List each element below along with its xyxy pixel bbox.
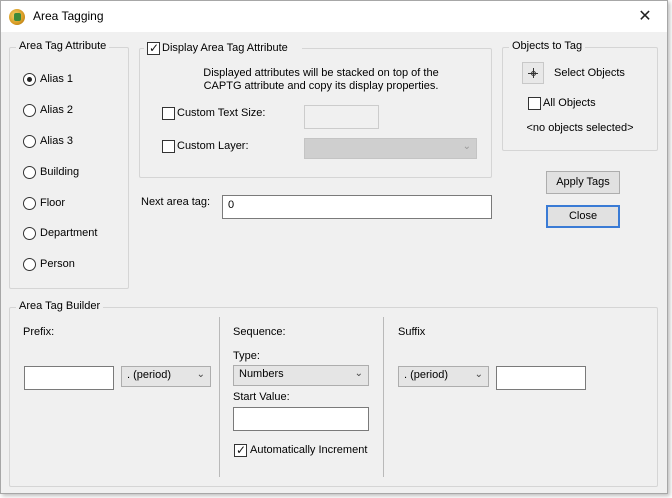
radio-label: Person — [40, 258, 75, 270]
custom-text-size-checkbox[interactable] — [162, 107, 175, 120]
radio-label: Building — [40, 166, 80, 178]
chevron-down-icon: ⌄ — [354, 368, 363, 379]
prefix-separator-value: . (period) — [127, 369, 172, 381]
display-description-line1: Displayed attributes will be stacked on … — [203, 67, 439, 79]
auto-increment-label: Automatically Increment — [250, 444, 368, 456]
builder-divider — [219, 317, 220, 477]
all-objects-label: All Objects — [543, 97, 596, 109]
apply-tags-button[interactable]: Apply Tags — [546, 171, 620, 194]
radio-alias-3[interactable]: Alias 3 — [23, 133, 73, 149]
display-attribute-label: Display Area Tag Attribute — [162, 42, 288, 54]
chevron-down-icon: ⌄ — [474, 369, 483, 380]
suffix-separator-dropdown[interactable]: . (period) ⌄ — [398, 366, 489, 387]
crosshair-icon-c — [531, 71, 536, 76]
objects-to-tag-label: Objects to Tag — [509, 40, 586, 52]
display-description-line2: CAPTG attribute and copy its display pro… — [203, 80, 439, 92]
radio-alias-2[interactable]: Alias 2 — [23, 102, 73, 118]
radio-label: Alias 2 — [40, 104, 74, 116]
app-icon — [9, 9, 25, 25]
type-label: Type: — [233, 350, 260, 362]
sequence-type-value: Numbers — [239, 368, 284, 380]
custom-layer-checkbox[interactable] — [162, 140, 175, 153]
start-value-input[interactable] — [233, 407, 369, 431]
area-tag-builder-group: Area Tag Builder — [9, 300, 658, 487]
custom-layer-label: Custom Layer: — [177, 140, 249, 152]
suffix-separator-value: . (period) — [404, 369, 449, 381]
radio-indicator — [23, 72, 36, 86]
radio-building[interactable]: Building — [23, 164, 79, 180]
area-tag-builder-label: Area Tag Builder — [16, 300, 104, 312]
display-attribute-checkbox[interactable] — [147, 40, 160, 56]
auto-increment-checkbox[interactable] — [234, 442, 247, 458]
radio-indicator — [23, 226, 36, 240]
close-window-icon[interactable]: ✕ — [623, 1, 667, 32]
radio-label: Alias 3 — [40, 135, 74, 147]
area-tag-attribute-label: Area Tag Attribute — [16, 40, 110, 52]
sequence-type-dropdown[interactable]: Numbers ⌄ — [233, 365, 369, 386]
radio-floor[interactable]: Floor — [23, 195, 65, 211]
prefix-separator-dropdown[interactable]: . (period) ⌄ — [121, 366, 211, 387]
custom-layer-dropdown[interactable]: ⌄ — [304, 138, 477, 159]
chevron-down-icon: ⌄ — [462, 141, 471, 152]
radio-indicator — [23, 103, 36, 117]
sequence-label: Sequence: — [233, 326, 286, 338]
window-title: Area Tagging — [33, 9, 104, 23]
prefix-label: Prefix: — [23, 326, 55, 338]
chevron-down-icon: ⌄ — [196, 369, 205, 380]
radio-person[interactable]: Person — [23, 256, 75, 272]
suffix-input[interactable] — [496, 366, 586, 390]
radio-indicator — [23, 196, 36, 210]
radio-alias-1[interactable]: Alias 1 — [23, 71, 73, 87]
radio-label: Department — [40, 227, 98, 239]
next-area-tag-input[interactable]: 0 — [222, 195, 492, 219]
next-area-tag-label: Next area tag: — [141, 196, 211, 208]
custom-text-size-label: Custom Text Size: — [177, 107, 266, 119]
select-objects-label: Select Objects — [554, 67, 625, 79]
suffix-label: Suffix — [398, 326, 426, 338]
custom-text-size-input[interactable] — [304, 105, 379, 129]
area-tagging-dialog: Area Tagging ✕ Area Tag Attribute Alias … — [0, 0, 668, 494]
prefix-input[interactable] — [24, 366, 114, 390]
close-button[interactable]: Close — [546, 205, 620, 228]
all-objects-checkbox[interactable] — [528, 97, 541, 110]
radio-label: Alias 1 — [40, 73, 74, 85]
radio-indicator — [23, 257, 36, 271]
selection-status: <no objects selected> — [526, 122, 634, 134]
start-value-label: Start Value: — [233, 391, 290, 403]
title-bar: Area Tagging ✕ — [1, 1, 667, 32]
radio-indicator — [23, 134, 36, 148]
select-objects-button[interactable] — [522, 62, 544, 84]
radio-department[interactable]: Department — [23, 225, 97, 241]
radio-indicator — [23, 165, 36, 179]
radio-label: Floor — [40, 197, 66, 209]
builder-divider — [383, 317, 384, 477]
